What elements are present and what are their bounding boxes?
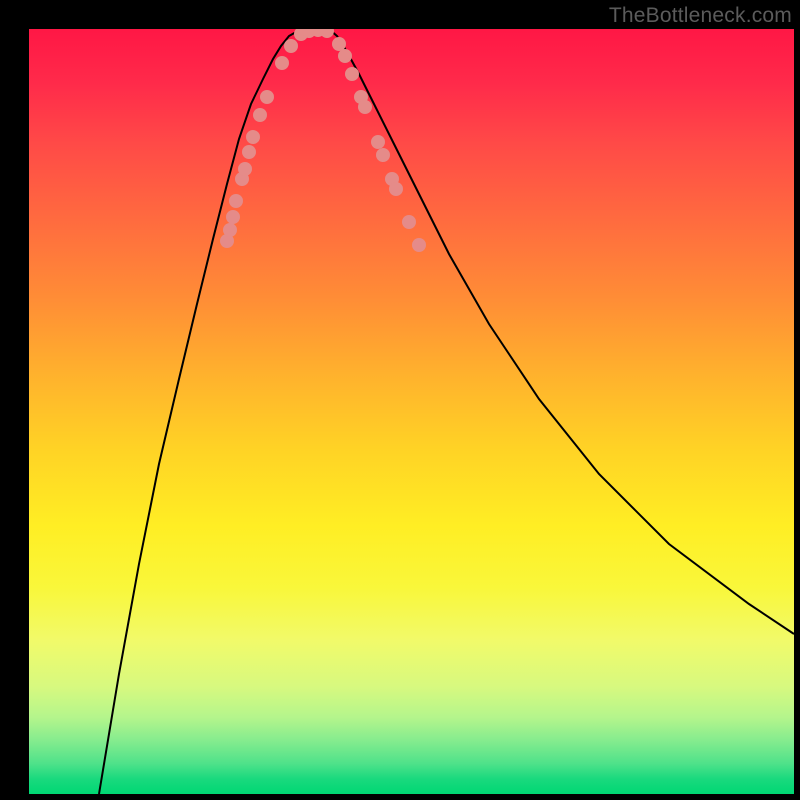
marker-left-1 (223, 223, 237, 237)
marker-left-5 (238, 162, 252, 176)
marker-left-9 (260, 90, 274, 104)
marker-left-3 (229, 194, 243, 208)
marker-right-0 (332, 37, 346, 51)
marker-left-7 (246, 130, 260, 144)
marker-left-6 (242, 145, 256, 159)
chart-frame: TheBottleneck.com (0, 0, 800, 800)
marker-right-9 (402, 215, 416, 229)
marker-right-8 (389, 182, 403, 196)
marker-left-2 (226, 210, 240, 224)
marker-group-bottom (294, 29, 334, 41)
chart-svg (29, 29, 794, 794)
marker-left-10 (275, 56, 289, 70)
marker-right-4 (358, 100, 372, 114)
marker-right-10 (412, 238, 426, 252)
marker-bottom-3 (320, 29, 334, 38)
plot-area (29, 29, 794, 794)
watermark-text: TheBottleneck.com (609, 4, 792, 28)
marker-right-6 (376, 148, 390, 162)
marker-left-8 (253, 108, 267, 122)
marker-right-2 (345, 67, 359, 81)
marker-left-11 (284, 39, 298, 53)
marker-right-1 (338, 49, 352, 63)
marker-right-5 (371, 135, 385, 149)
marker-group-right (332, 37, 426, 252)
left-curve (99, 29, 302, 794)
right-curve (329, 29, 794, 634)
marker-group-left (220, 39, 298, 248)
